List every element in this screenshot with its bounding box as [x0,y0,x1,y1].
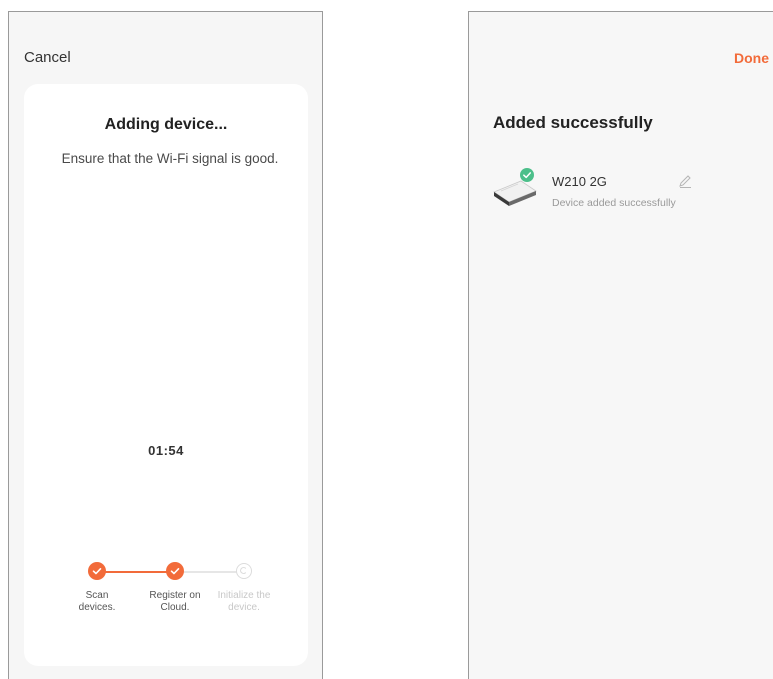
cancel-button[interactable]: Cancel [24,49,71,66]
adding-device-screen: Cancel Adding device... Ensure that the … [8,11,323,679]
step-label-register: Register on Cloud. [149,590,201,613]
page-title: Adding device... [104,116,228,133]
countdown-timer: 01:54 [148,443,184,458]
step-scan-check-icon [88,562,106,580]
edit-pencil-icon[interactable] [677,173,693,189]
device-status-text: Device added successfully [552,197,676,209]
step-label-scan: Scan devices. [78,590,116,613]
screenshot-stage: Cancel Adding device... Ensure that the … [0,0,773,679]
device-list-item[interactable]: W210 2G Device added successfully [491,166,771,214]
done-button[interactable]: Done [734,50,769,66]
device-name: W210 2G [552,174,607,189]
success-check-badge-icon [520,168,534,182]
progress-line-pending [177,571,239,573]
step-label-initialize: Initialize the device. [217,590,271,613]
added-successfully-screen: Done Added successfully W210 2G Device a… [468,11,773,679]
step-register-check-icon [166,562,184,580]
progress-steps: Scan devices. Register on Cloud. Initial… [24,554,308,654]
device-image [493,168,537,206]
step-initialize-pending-circle-icon [236,563,252,579]
page-title: Added successfully [493,113,653,132]
progress-line-done [97,571,167,573]
progress-card: Adding device... Ensure that the Wi-Fi s… [24,84,308,666]
wifi-hint-text: Ensure that the Wi-Fi signal is good. [61,151,279,166]
